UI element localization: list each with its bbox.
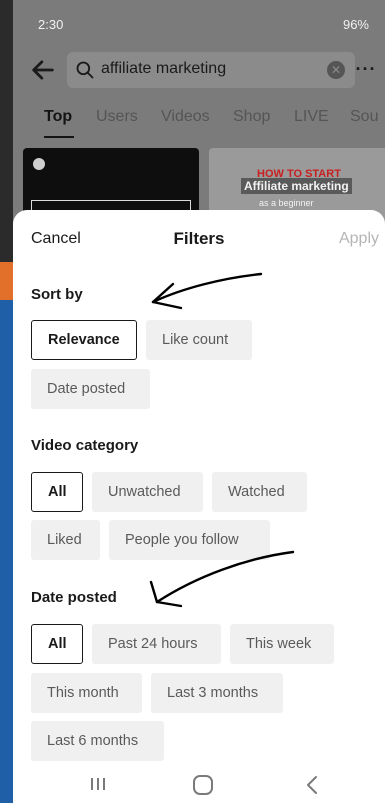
search-query: affiliate marketing <box>101 60 227 77</box>
search-input[interactable]: affiliate marketing ✕ <box>67 52 355 88</box>
tab-sounds[interactable]: Sou <box>350 108 378 126</box>
home-icon[interactable] <box>193 775 213 795</box>
tab-shop[interactable]: Shop <box>233 108 270 126</box>
system-nav-bar <box>13 770 385 803</box>
more-icon[interactable]: ··· <box>355 58 377 80</box>
chip-like-count[interactable]: Like count <box>146 320 252 360</box>
status-bar: 2:30 96% <box>13 0 385 42</box>
sheet-title: Filters <box>173 229 225 248</box>
chip-date-all[interactable]: All <box>31 624 83 664</box>
search-icon <box>76 61 94 79</box>
back-arrow-icon[interactable] <box>29 56 57 84</box>
recent-apps-icon[interactable] <box>89 776 107 792</box>
chip-date-posted[interactable]: Date posted <box>31 369 150 409</box>
section-title-video-category: Video category <box>31 437 139 454</box>
thumbnail-title: Affiliate marketing <box>241 178 352 194</box>
status-time: 2:30 <box>38 17 64 32</box>
chip-liked[interactable]: Liked <box>31 520 100 560</box>
annotation-arrow-icon <box>151 272 263 310</box>
battery-level: 96% <box>342 17 369 32</box>
tab-top[interactable]: Top <box>44 108 72 126</box>
phone-screen: 2:30 96% affiliate marketing ✕ ··· Top U… <box>13 0 385 803</box>
chip-this-month[interactable]: This month <box>31 673 142 713</box>
chip-this-week[interactable]: This week <box>230 624 334 664</box>
tab-underline <box>44 136 74 138</box>
tab-users[interactable]: Users <box>96 108 138 126</box>
annotation-arrow-icon <box>149 550 295 608</box>
chip-relevance[interactable]: Relevance <box>31 320 137 360</box>
clear-icon[interactable]: ✕ <box>327 61 345 79</box>
chip-watched[interactable]: Watched <box>212 472 307 512</box>
chip-past-24-hours[interactable]: Past 24 hours <box>92 624 221 664</box>
chip-last-3-months[interactable]: Last 3 months <box>151 673 283 713</box>
section-title-date-posted: Date posted <box>31 589 117 606</box>
back-icon[interactable] <box>305 775 319 795</box>
chip-unwatched[interactable]: Unwatched <box>92 472 203 512</box>
chip-category-all[interactable]: All <box>31 472 83 512</box>
chip-last-6-months[interactable]: Last 6 months <box>31 721 164 761</box>
tab-bar: Top Users Videos Shop LIVE Sou <box>13 104 385 138</box>
tab-videos[interactable]: Videos <box>161 108 210 126</box>
search-row: affiliate marketing ✕ ··· <box>13 48 385 92</box>
filters-sheet: Cancel Filters Apply Sort by Relevance L… <box>13 210 385 803</box>
thumbnail-icon <box>33 158 45 170</box>
tab-live[interactable]: LIVE <box>294 108 329 126</box>
apply-button[interactable]: Apply <box>339 230 379 248</box>
section-title-sort-by: Sort by <box>31 286 83 303</box>
thumbnail-subtitle: as a beginner <box>259 198 314 208</box>
sheet-header: Cancel Filters Apply <box>13 210 385 266</box>
